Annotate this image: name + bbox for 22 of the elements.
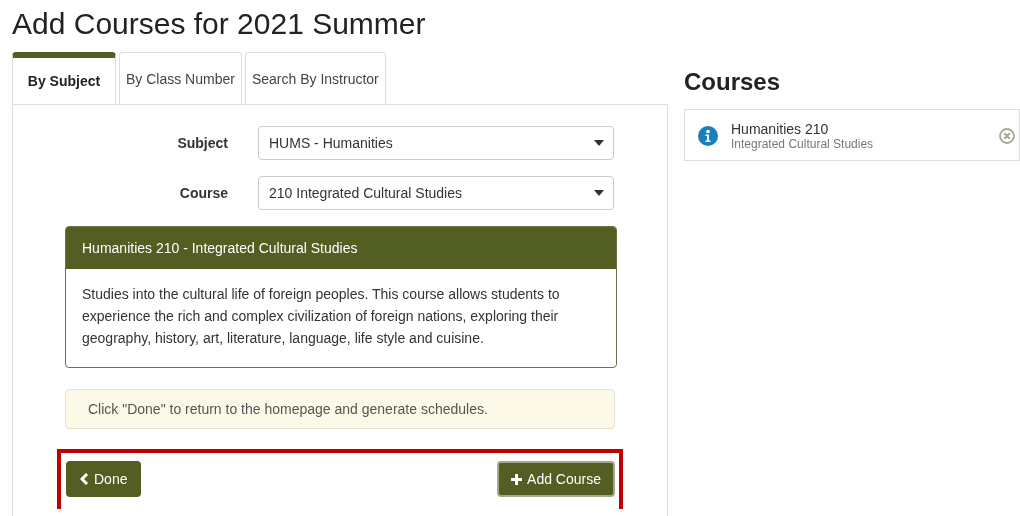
info-notice: Click "Done" to return to the homepage and generate schedules. — [65, 389, 615, 429]
course-subtitle: Integrated Cultural Studies — [731, 137, 875, 151]
course-description: Studies into the cultural life of foreign peoples. This course allows students to experience the rich and complex civilization of foreign nations, exploring their geography, history, art, literature, language, life style and cuisine. — [81, 285, 561, 348]
dropdown-field[interactable]: HUMS - Humanities — [258, 126, 614, 160]
action-button[interactable]: Done — [66, 461, 142, 497]
caret-icon — [594, 190, 604, 196]
tab[interactable]: By Class Number — [119, 52, 242, 104]
field-label: Course — [178, 185, 229, 201]
course-name: Humanities 210 — [731, 121, 830, 137]
page-title: Add Courses for 2021 Summer — [11, 6, 427, 42]
chevron-left-icon — [80, 473, 89, 485]
tab[interactable]: By Subject — [12, 52, 116, 104]
tab[interactable]: Search By Instructor — [244, 52, 386, 104]
remove-icon[interactable] — [999, 128, 1015, 144]
field-label: Subject — [176, 135, 229, 151]
caret-icon — [594, 140, 604, 146]
action-button[interactable]: Add Course — [497, 461, 615, 497]
plus-icon — [511, 473, 523, 485]
info-icon — [698, 126, 718, 146]
card-header: Humanities 210 - Integrated Cultural Studies — [66, 227, 616, 269]
courses-heading: Courses — [684, 68, 782, 96]
dropdown-field[interactable]: 210 Integrated Cultural Studies — [258, 176, 614, 210]
